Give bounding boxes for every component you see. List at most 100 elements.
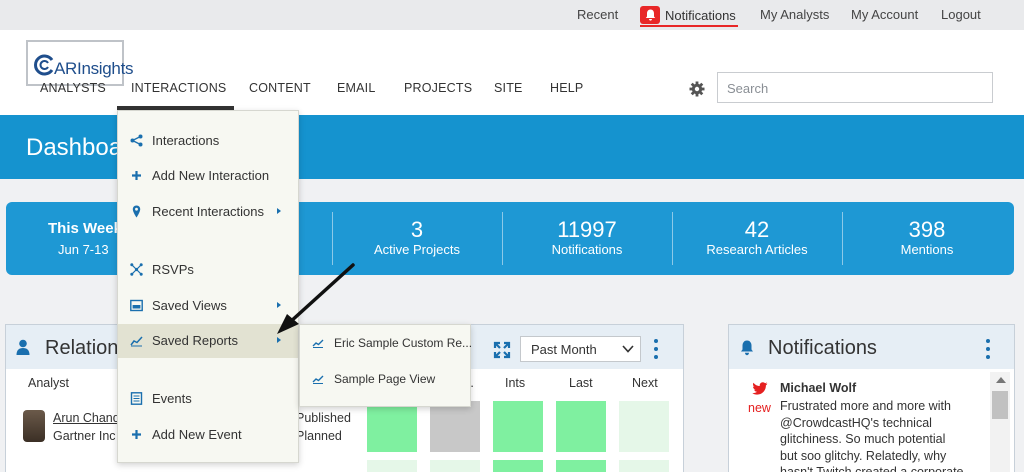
- logo-mark-icon: [34, 54, 54, 76]
- notifications-scrollbar[interactable]: [990, 372, 1010, 472]
- notifications-link[interactable]: Notifications: [640, 4, 736, 26]
- notifications-panel-title: Notifications: [768, 337, 877, 359]
- stat-notifications-value[interactable]: 11997: [502, 217, 672, 243]
- nav-help[interactable]: HELP: [550, 81, 583, 95]
- status-planned: Planned: [296, 429, 342, 443]
- menu-item-label: Recent Interactions: [152, 204, 265, 219]
- calendar-icon: [130, 392, 143, 405]
- notifications-menu-icon[interactable]: [985, 339, 991, 359]
- submenu-item-label: Sample Page View: [334, 372, 436, 386]
- column-next[interactable]: Next: [632, 376, 658, 390]
- menu-item-label: Events: [152, 391, 192, 406]
- nav-content[interactable]: CONTENT: [249, 81, 311, 95]
- stat-active-projects-value[interactable]: 3: [332, 217, 502, 243]
- column-last[interactable]: Last: [569, 376, 593, 390]
- tweet-line: hasn't Twitch created a corporate: [780, 465, 964, 472]
- my-analysts-link[interactable]: My Analysts: [760, 7, 829, 22]
- stat-research-articles-label: Research Articles: [706, 242, 808, 257]
- chart-icon: [312, 375, 324, 384]
- menu-item-events[interactable]: Events: [118, 382, 298, 416]
- bell-icon: [640, 6, 660, 24]
- submenu-caret-icon: [277, 208, 281, 214]
- menu-item-add-new-event[interactable]: Add New Event: [118, 418, 298, 452]
- active-underline: [640, 25, 738, 27]
- period-value: Past Month: [531, 342, 597, 357]
- scroll-up-arrow-icon[interactable]: [996, 377, 1006, 383]
- nav-interactions[interactable]: INTERACTIONS: [131, 81, 226, 95]
- stat-research-articles-value[interactable]: 42: [672, 217, 842, 243]
- chart-icon: [130, 336, 143, 347]
- top-utility-bar: Recent Notifications My Analysts My Acco…: [0, 0, 1024, 30]
- submenu-item-sample-page-view[interactable]: Sample Page View: [300, 364, 470, 394]
- twitter-icon: [752, 382, 768, 395]
- stat-mentions-label: Mentions: [900, 242, 954, 257]
- logout-link[interactable]: Logout: [941, 7, 981, 22]
- menu-item-recent-interactions[interactable]: Recent Interactions: [118, 195, 298, 229]
- heat-cell[interactable]: [367, 401, 417, 452]
- tweet-text: Frustrated more and more with @Crowdcast…: [780, 398, 980, 472]
- week-title: This Week: [48, 220, 122, 237]
- search-input[interactable]: Search: [717, 72, 993, 103]
- column-analyst[interactable]: Analyst: [28, 376, 69, 390]
- analyst-org: Gartner Inc: [53, 429, 116, 443]
- gear-icon[interactable]: [688, 80, 706, 98]
- menu-item-add-new-interaction[interactable]: Add New Interaction: [118, 159, 298, 193]
- tweet-line: glitchiness. So much potential: [780, 432, 946, 446]
- saved-view-icon: [130, 299, 143, 312]
- plus-icon: [132, 171, 141, 180]
- nav-analysts[interactable]: ANALYSTS: [40, 81, 106, 95]
- menu-item-label: Add New Event: [152, 427, 242, 442]
- menu-item-label: Add New Interaction: [152, 168, 270, 183]
- relationships-menu-icon[interactable]: [653, 339, 659, 359]
- menu-item-label: Saved Reports: [152, 333, 238, 348]
- new-badge: new: [748, 401, 771, 415]
- my-account-link[interactable]: My Account: [851, 7, 918, 22]
- relationships-title: Relation: [45, 337, 119, 359]
- recent-link[interactable]: Recent: [577, 7, 618, 22]
- heat-cell[interactable]: [556, 460, 606, 472]
- analyst-name-link[interactable]: Arun Chand: [53, 411, 120, 425]
- heat-cell[interactable]: [493, 460, 543, 472]
- stat-notifications-label: Notifications: [551, 242, 623, 257]
- network-icon: [130, 263, 143, 276]
- heat-cell[interactable]: [619, 460, 669, 472]
- heat-cell[interactable]: [493, 401, 543, 452]
- status-published: Published: [296, 411, 351, 425]
- tweet-author[interactable]: Michael Wolf: [780, 381, 856, 395]
- bell-icon: [741, 340, 753, 356]
- menu-item-label: Interactions: [152, 133, 220, 148]
- week-range: Jun 7-13: [58, 242, 109, 257]
- page-title: Dashboa: [26, 134, 123, 161]
- logo[interactable]: ARInsights: [26, 40, 134, 86]
- header: ARInsights ANALYSTS INTERACTIONS CONTENT…: [0, 30, 1024, 115]
- scroll-thumb[interactable]: [992, 391, 1008, 419]
- stat-mentions-value[interactable]: 398: [842, 217, 1012, 243]
- notifications-label: Notifications: [665, 7, 736, 23]
- heat-cell[interactable]: [619, 401, 669, 452]
- person-icon: [16, 339, 30, 355]
- heat-cell[interactable]: [430, 401, 480, 452]
- menu-item-label: RSVPs: [152, 262, 194, 277]
- annotation-arrow-icon: [277, 263, 355, 334]
- nav-projects[interactable]: PROJECTS: [404, 81, 472, 95]
- chevron-down-icon: [622, 345, 634, 353]
- menu-item-interactions[interactable]: Interactions: [118, 124, 298, 158]
- tweet-line: Frustrated more and more with: [780, 399, 951, 413]
- period-select[interactable]: Past Month: [520, 336, 641, 362]
- expand-icon[interactable]: [493, 341, 511, 359]
- tweet-line: @CrowdcastHQ's technical: [780, 415, 932, 430]
- stat-active-projects-label: Active Projects: [374, 242, 460, 257]
- column-ints[interactable]: Ints: [505, 376, 525, 390]
- menu-item-label: Saved Views: [152, 298, 227, 313]
- nav-email[interactable]: EMAIL: [337, 81, 376, 95]
- share-icon: [130, 134, 143, 147]
- heat-cell[interactable]: [556, 401, 606, 452]
- heat-cell[interactable]: [430, 460, 480, 472]
- avatar: [23, 410, 45, 442]
- nav-site[interactable]: SITE: [494, 81, 523, 95]
- plus-icon: [132, 430, 141, 439]
- tweet-line: but soo glitchy. Relatedly, why: [780, 448, 947, 463]
- logo-text: ARInsights: [54, 59, 134, 78]
- heat-cell[interactable]: [367, 460, 417, 472]
- map-pin-icon: [132, 205, 141, 218]
